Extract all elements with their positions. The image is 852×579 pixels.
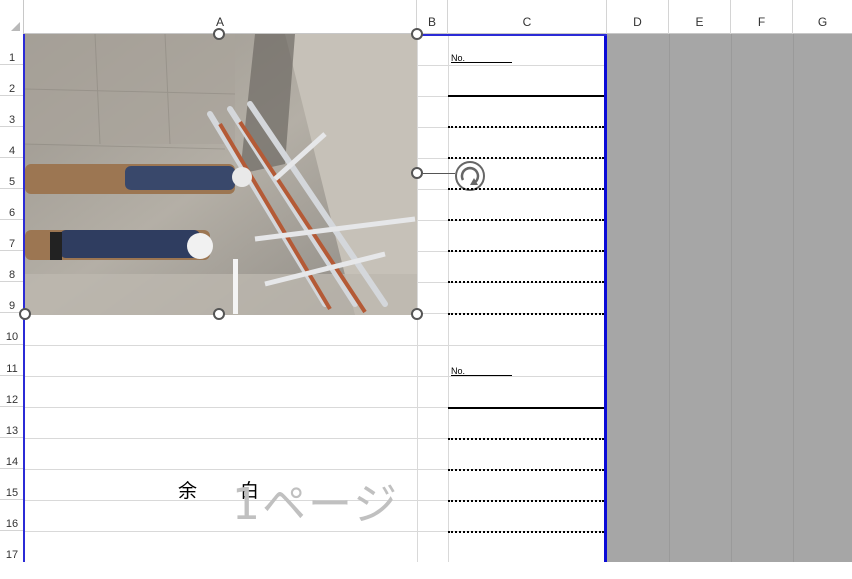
row-header[interactable]: 3 — [0, 96, 24, 127]
select-all-triangle-icon — [11, 22, 20, 31]
column-header-row: A B C D E F G — [0, 0, 852, 34]
block1-dotted-line — [448, 126, 604, 128]
resize-handle-top-right[interactable] — [411, 28, 423, 40]
row-header[interactable]: 11 — [0, 345, 24, 376]
row-header[interactable]: 2 — [0, 65, 24, 96]
row-header[interactable]: 5 — [0, 158, 24, 189]
column-header-e[interactable]: E — [669, 0, 731, 34]
resize-handle-top[interactable] — [213, 28, 225, 40]
column-header-b[interactable]: B — [417, 0, 448, 34]
row-header[interactable]: 1 — [0, 34, 24, 65]
block1-solid-line — [448, 95, 604, 97]
gridline — [448, 34, 449, 562]
row-header[interactable]: 14 — [0, 438, 24, 469]
row-header[interactable]: 13 — [0, 407, 24, 438]
block2-dotted-line — [448, 438, 604, 440]
page-number-watermark: 1ページ — [232, 479, 400, 530]
block1-dotted-line — [448, 157, 604, 159]
row-header[interactable]: 17 — [0, 531, 24, 562]
resize-handle-bottom[interactable] — [213, 308, 225, 320]
row-header[interactable]: 4 — [0, 127, 24, 158]
block2-dotted-line — [448, 469, 604, 471]
block1-dotted-line — [448, 188, 604, 190]
outside-print-area — [607, 34, 852, 562]
page-break-right[interactable] — [604, 34, 607, 562]
row-header[interactable]: 7 — [0, 220, 24, 251]
select-all-corner[interactable] — [0, 0, 24, 34]
number-underline-2 — [464, 375, 512, 376]
gridline — [731, 34, 732, 562]
block2-dotted-line — [448, 500, 604, 502]
block2-dotted-line — [448, 531, 604, 533]
column-header-c[interactable]: C — [448, 0, 607, 34]
row-header[interactable]: 12 — [0, 376, 24, 407]
column-header-d[interactable]: D — [607, 0, 669, 34]
number-underline-1 — [464, 62, 512, 63]
resize-handle-right[interactable] — [411, 167, 423, 179]
gridline — [793, 34, 794, 562]
photo-image — [25, 34, 417, 315]
rotation-handle-line — [423, 173, 455, 174]
row-header[interactable]: 8 — [0, 251, 24, 282]
gridline — [24, 376, 607, 377]
block1-dotted-line — [448, 313, 604, 315]
block2-solid-line — [448, 407, 604, 409]
row-header[interactable]: 16 — [0, 500, 24, 531]
block1-dotted-line — [448, 281, 604, 283]
resize-handle-bottom-right[interactable] — [411, 308, 423, 320]
gridline — [24, 345, 607, 346]
margin-text-left: 余 — [178, 481, 198, 502]
inserted-photo[interactable] — [25, 34, 417, 315]
gridline — [417, 34, 418, 562]
number-label-1: No. — [451, 53, 466, 63]
row-header[interactable]: 6 — [0, 189, 24, 220]
resize-handle-bottom-left[interactable] — [19, 308, 31, 320]
gridline — [669, 34, 670, 562]
block1-dotted-line — [448, 219, 604, 221]
row-header[interactable]: 15 — [0, 469, 24, 500]
column-header-g[interactable]: G — [793, 0, 852, 34]
number-label-2: No. — [451, 366, 466, 376]
block1-dotted-line — [448, 250, 604, 252]
column-header-f[interactable]: F — [731, 0, 793, 34]
page-break-top — [417, 34, 607, 36]
